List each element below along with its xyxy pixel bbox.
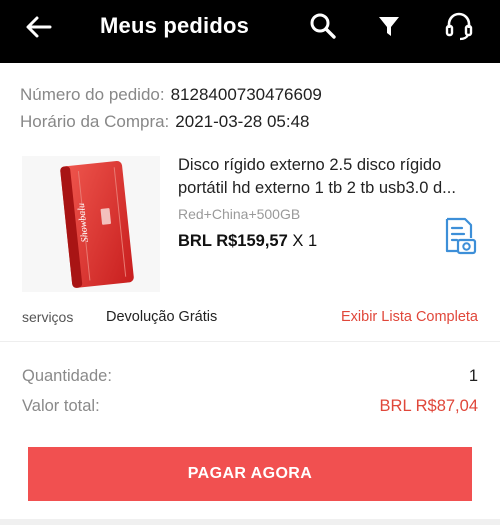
- headset-icon[interactable]: [442, 9, 476, 43]
- product-image[interactable]: Showbalu: [22, 156, 160, 292]
- order-time-label: Horário da Compra:: [20, 112, 170, 131]
- services-value: Devolução Grátis: [106, 309, 218, 325]
- bottom-edge: [0, 519, 500, 525]
- search-icon[interactable]: [306, 9, 340, 43]
- divider: [0, 341, 500, 342]
- filter-icon[interactable]: [372, 9, 406, 43]
- product-price-row: BRL R$159,57 X 1: [178, 232, 317, 251]
- order-time-row: Horário da Compra: 2021-03-28 05:48: [20, 112, 310, 132]
- product-title[interactable]: Disco rígido externo 2.5 disco rígido po…: [178, 154, 478, 200]
- product-quantity: X 1: [292, 232, 318, 250]
- page-title: Meus pedidos: [100, 13, 250, 38]
- product-variant: Red+China+500GB: [178, 206, 301, 222]
- order-number-label: Número do pedido:: [20, 85, 165, 104]
- services-label: serviços: [22, 309, 74, 325]
- back-arrow-icon[interactable]: [22, 10, 56, 44]
- order-time-value: 2021-03-28 05:48: [175, 112, 310, 131]
- order-number-row: Número do pedido: 8128400730476609: [20, 85, 322, 105]
- product-price: BRL R$159,57: [178, 232, 288, 250]
- app-header: Meus pedidos: [0, 0, 500, 63]
- receipt-photo-icon[interactable]: [441, 217, 477, 255]
- total-label: Valor total:: [22, 397, 100, 415]
- total-value: BRL R$87,04: [379, 397, 478, 415]
- order-number-value: 8128400730476609: [170, 85, 322, 104]
- quantity-value: 1: [468, 367, 478, 385]
- quantity-label: Quantidade:: [22, 367, 112, 385]
- pay-now-button[interactable]: PAGAR AGORA: [28, 447, 472, 501]
- view-full-list-link[interactable]: Exibir Lista Completa: [341, 309, 478, 325]
